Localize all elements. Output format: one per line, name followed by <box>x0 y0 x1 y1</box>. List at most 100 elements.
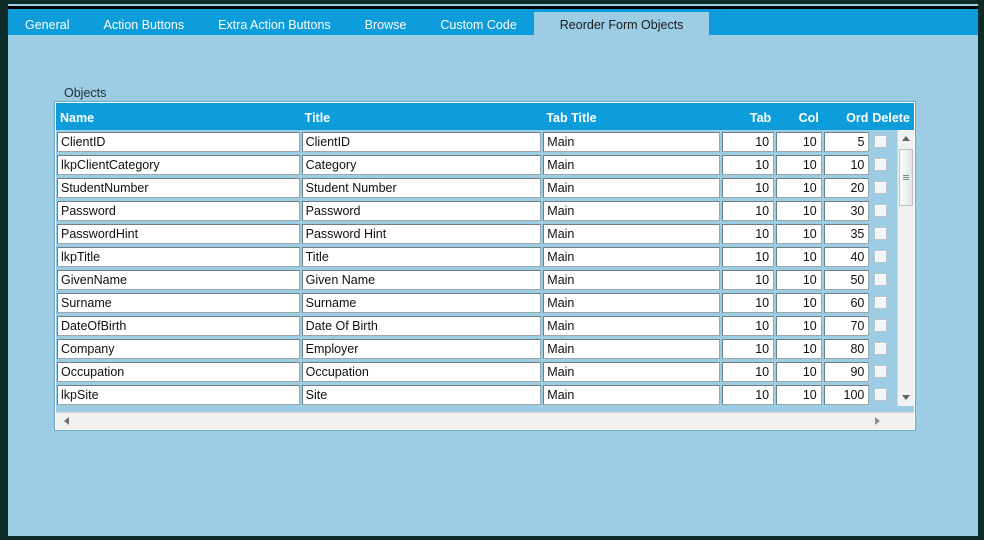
delete-checkbox[interactable] <box>874 227 888 240</box>
cell-ord-input[interactable]: 40 <box>823 246 870 267</box>
cell-tab-input[interactable]: 10 <box>721 177 775 198</box>
cell-tab-title-input[interactable]: Main <box>543 223 720 244</box>
cell-tab-title-input[interactable]: Main <box>543 200 720 221</box>
cell-name-input[interactable]: PasswordHint <box>57 223 300 244</box>
column-header-delete[interactable]: Delete <box>870 111 914 130</box>
cell-title-input[interactable]: ClientID <box>301 131 542 152</box>
cell-col-input[interactable]: 10 <box>776 154 822 175</box>
cell-name-input[interactable]: Company <box>57 338 300 359</box>
cell-ord-input[interactable]: 20 <box>823 177 870 198</box>
cell-col-input[interactable]: 10 <box>776 177 822 198</box>
cell-title-input[interactable]: Site <box>301 384 542 405</box>
cell-tab-input[interactable]: 10 <box>721 131 775 152</box>
cell-ord-input[interactable]: 5 <box>823 131 870 152</box>
cell-title-input[interactable]: Occupation <box>301 361 542 382</box>
delete-checkbox[interactable] <box>874 365 888 378</box>
cell-tab-input[interactable]: 10 <box>721 338 775 359</box>
cell-name-input[interactable]: ClientID <box>57 131 300 152</box>
cell-title-input[interactable]: Category <box>301 154 542 175</box>
cell-col-input[interactable]: 10 <box>776 292 822 313</box>
cell-ord-input[interactable]: 80 <box>823 338 870 359</box>
cell-tab-title-input[interactable]: Main <box>543 338 720 359</box>
cell-col-input[interactable]: 10 <box>776 200 822 221</box>
cell-name-input[interactable]: lkpClientCategory <box>57 154 300 175</box>
cell-title-input[interactable]: Title <box>301 246 542 267</box>
cell-col-input[interactable]: 10 <box>776 269 822 290</box>
cell-title-input[interactable]: Date Of Birth <box>301 315 542 336</box>
cell-ord-input[interactable]: 10 <box>823 154 870 175</box>
scroll-right-button[interactable] <box>869 413 886 429</box>
cell-name-input[interactable]: StudentNumber <box>57 177 300 198</box>
cell-col-input[interactable]: 10 <box>776 131 822 152</box>
cell-ord-input[interactable]: 90 <box>823 361 870 382</box>
delete-checkbox[interactable] <box>874 296 888 309</box>
cell-ord-input[interactable]: 50 <box>823 269 870 290</box>
cell-title-input[interactable]: Given Name <box>301 269 542 290</box>
cell-tab-input[interactable]: 10 <box>721 315 775 336</box>
column-header-tab-title[interactable]: Tab Title <box>542 111 720 130</box>
delete-checkbox[interactable] <box>874 273 888 286</box>
scroll-left-button[interactable] <box>58 413 75 429</box>
delete-checkbox[interactable] <box>874 388 888 401</box>
cell-title-input[interactable]: Surname <box>301 292 542 313</box>
cell-tab-title-input[interactable]: Main <box>543 361 720 382</box>
cell-tab-title-input[interactable]: Main <box>543 269 720 290</box>
column-header-title[interactable]: Title <box>301 111 543 130</box>
cell-name-input[interactable]: lkpSite <box>57 384 300 405</box>
delete-checkbox[interactable] <box>874 158 888 171</box>
cell-ord-input[interactable]: 35 <box>823 223 870 244</box>
cell-tab-input[interactable]: 10 <box>721 292 775 313</box>
cell-tab-title-input[interactable]: Main <box>543 246 720 267</box>
cell-tab-input[interactable]: 10 <box>721 361 775 382</box>
delete-checkbox[interactable] <box>874 319 888 332</box>
cell-tab-input[interactable]: 10 <box>721 384 775 405</box>
scroll-up-button[interactable] <box>898 130 914 147</box>
cell-title-input[interactable]: Student Number <box>301 177 542 198</box>
cell-tab-title-input[interactable]: Main <box>543 177 720 198</box>
column-header-col[interactable]: Col <box>775 111 823 130</box>
vertical-scrollbar-thumb[interactable] <box>899 149 913 206</box>
delete-checkbox[interactable] <box>874 250 888 263</box>
cell-ord-input[interactable]: 70 <box>823 315 870 336</box>
delete-checkbox[interactable] <box>874 181 888 194</box>
grid-horizontal-scrollbar[interactable] <box>56 412 914 429</box>
cell-ord-input[interactable]: 100 <box>823 384 870 405</box>
cell-name-input[interactable]: Occupation <box>57 361 300 382</box>
delete-checkbox[interactable] <box>874 204 888 217</box>
cell-name-input[interactable]: Surname <box>57 292 300 313</box>
cell-col-input[interactable]: 10 <box>776 246 822 267</box>
cell-tab-title-input[interactable]: Main <box>543 131 720 152</box>
cell-title-input[interactable]: Employer <box>301 338 542 359</box>
cell-tab-input[interactable]: 10 <box>721 246 775 267</box>
column-header-name[interactable]: Name <box>56 111 301 130</box>
application-window: General Action Buttons Extra Action Button… <box>8 4 978 536</box>
cell-name-input[interactable]: DateOfBirth <box>57 315 300 336</box>
cell-tab-input[interactable]: 10 <box>721 223 775 244</box>
cell-tab-input[interactable]: 10 <box>721 200 775 221</box>
cell-tab-input[interactable]: 10 <box>721 154 775 175</box>
scroll-down-button[interactable] <box>898 389 914 406</box>
cell-ord-input[interactable]: 30 <box>823 200 870 221</box>
cell-ord-input[interactable]: 60 <box>823 292 870 313</box>
table-row: Company Employer Main 10 10 80 <box>56 337 914 360</box>
cell-name-input[interactable]: lkpTitle <box>57 246 300 267</box>
cell-col-input[interactable]: 10 <box>776 338 822 359</box>
cell-tab-input[interactable]: 10 <box>721 269 775 290</box>
cell-col-input[interactable]: 10 <box>776 361 822 382</box>
delete-checkbox[interactable] <box>874 135 888 148</box>
cell-title-input[interactable]: Password <box>301 200 542 221</box>
column-header-ord[interactable]: Ord <box>823 111 871 130</box>
grid-vertical-scrollbar[interactable] <box>897 130 914 406</box>
cell-tab-title-input[interactable]: Main <box>543 292 720 313</box>
cell-name-input[interactable]: Password <box>57 200 300 221</box>
cell-name-input[interactable]: GivenName <box>57 269 300 290</box>
cell-tab-title-input[interactable]: Main <box>543 154 720 175</box>
delete-checkbox[interactable] <box>874 342 888 355</box>
cell-col-input[interactable]: 10 <box>776 315 822 336</box>
cell-title-input[interactable]: Password Hint <box>301 223 542 244</box>
cell-tab-title-input[interactable]: Main <box>543 384 720 405</box>
cell-tab-title-input[interactable]: Main <box>543 315 720 336</box>
column-header-tab[interactable]: Tab <box>721 111 776 130</box>
cell-col-input[interactable]: 10 <box>776 384 822 405</box>
cell-col-input[interactable]: 10 <box>776 223 822 244</box>
